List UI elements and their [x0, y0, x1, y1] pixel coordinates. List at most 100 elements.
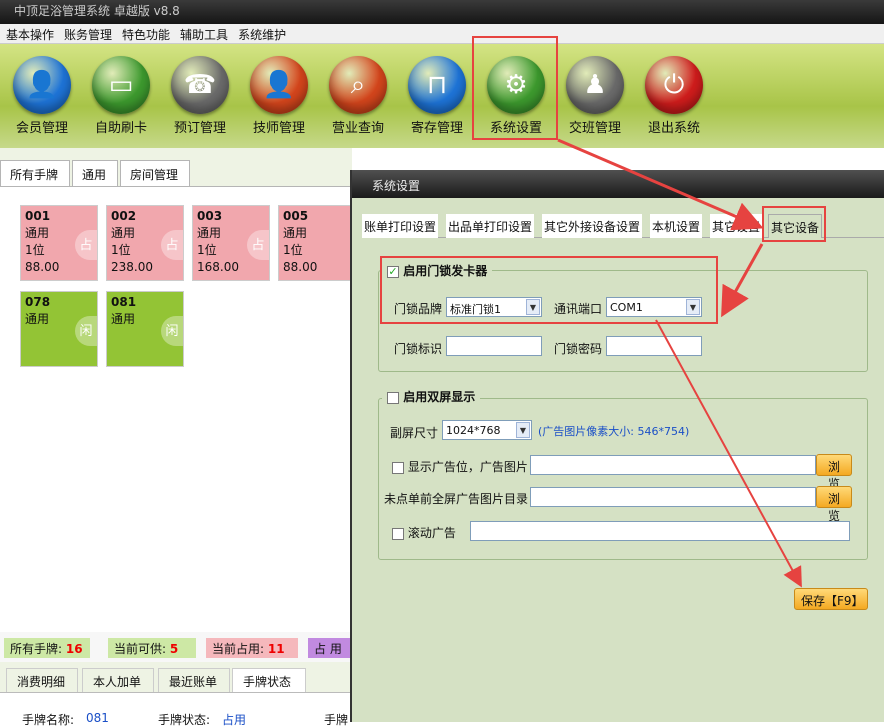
- lock-pwd-label: 门锁密码: [554, 342, 603, 356]
- menu-accounts[interactable]: 账务管理: [58, 24, 116, 43]
- tab-external-devices[interactable]: 其它外接设备设置: [542, 214, 643, 238]
- card-state-seal: 占: [75, 230, 97, 260]
- ad-slot-checkbox[interactable]: [392, 461, 404, 474]
- sub-screen-size-select[interactable]: 1024*768 ▼: [442, 420, 532, 440]
- ad-image-input[interactable]: [530, 455, 816, 475]
- app-title: 中顶足浴管理系统 卓越版 v8.8: [14, 4, 180, 18]
- toolbar-label: 寄存管理: [410, 121, 463, 136]
- card-state-seal: 闲: [161, 316, 183, 346]
- card-panel: 001 通用 1位 88.00 占 002 通用 1位 238.00 占 003 通用 1位 168.00…: [0, 186, 356, 632]
- menu-basic[interactable]: 基本操作: [0, 24, 58, 43]
- toolbar-member-button[interactable]: 👤 会员管理: [2, 56, 82, 136]
- toolbar-power-button[interactable]: ⏻ 退出系统: [634, 56, 714, 136]
- toolbar-bag-button[interactable]: ⊓ 寄存管理: [397, 56, 477, 136]
- card-icon: ▭: [92, 56, 150, 114]
- highlight-other-devices-tab: [762, 206, 826, 242]
- card-state-value: 占用: [222, 713, 247, 727]
- sub-screen-size-label: 副屏尺寸: [390, 426, 439, 440]
- browse-ad-button[interactable]: 浏览: [816, 454, 852, 491]
- bag-icon: ⊓: [408, 56, 466, 114]
- browse-dir-button[interactable]: 浏览: [816, 486, 852, 523]
- team-icon: ♟: [566, 56, 624, 114]
- scroll-ad-checkbox[interactable]: [392, 527, 404, 540]
- card-id: 002: [111, 209, 137, 223]
- tab-local-settings[interactable]: 本机设置: [650, 214, 703, 238]
- tab-add-order[interactable]: 本人加单: [82, 668, 154, 692]
- highlight-system-settings: [472, 36, 558, 140]
- toolbar-technician-button[interactable]: 👤 技师管理: [239, 56, 319, 136]
- card-002[interactable]: 002 通用 1位 238.00 占: [106, 205, 184, 281]
- chevron-down-icon: ▼: [516, 422, 530, 438]
- card-type: 通用: [283, 226, 308, 240]
- dual-screen-label: 启用双屏显示: [403, 390, 476, 404]
- member-icon: 👤: [13, 56, 71, 114]
- occupied-legend: 占 用: [308, 638, 352, 658]
- card-people: 1位: [283, 243, 303, 257]
- toolbar-phone-button[interactable]: ☎ 预订管理: [160, 56, 240, 136]
- card-amount: 88.00: [25, 260, 60, 274]
- card-state-label: 手牌状态:: [158, 713, 211, 727]
- settings-dialog: 系统设置 账单打印设置 出品单打印设置 其它外接设备设置 本机设置 其它设置 其…: [350, 170, 884, 722]
- fullscreen-dir-input[interactable]: [530, 487, 816, 507]
- tab-general[interactable]: 通用: [72, 160, 118, 186]
- power-icon: ⏻: [645, 56, 703, 114]
- card-081[interactable]: 081 通用闲: [106, 291, 184, 367]
- chevron-down-icon: ▼: [686, 299, 700, 315]
- toolbar-label: 会员管理: [15, 121, 68, 136]
- card-id: 003: [197, 209, 223, 223]
- toolbar-label: 退出系统: [647, 121, 700, 136]
- main-toolbar: 👤 会员管理 ▭ 自助刷卡 ☎ 预订管理 👤 技师管理 ⌕ 营业查询 ⊓ 寄存管理 ⚙ 系统设置 ♟ 交班管理…: [0, 44, 884, 148]
- search-icon: ⌕: [329, 56, 387, 114]
- card-078[interactable]: 078 通用闲: [20, 291, 98, 367]
- toolbar-search-button[interactable]: ⌕ 营业查询: [318, 56, 398, 136]
- card-003[interactable]: 003 通用 1位 168.00 占: [192, 205, 270, 281]
- ad-slot-label: 显示广告位，广告图片: [392, 458, 528, 475]
- card-id: 078: [25, 295, 51, 309]
- toolbar-label: 预订管理: [173, 121, 226, 136]
- toolbar-team-button[interactable]: ♟ 交班管理: [555, 56, 635, 136]
- menu-maintenance[interactable]: 系统维护: [232, 24, 290, 43]
- toolbar-label: 自助刷卡: [94, 121, 147, 136]
- lock-brand-label: 门锁品牌: [394, 302, 443, 316]
- save-button[interactable]: 保存【F9】: [794, 588, 868, 610]
- card-005[interactable]: 005 通用 1位 88.00: [278, 205, 356, 281]
- scroll-ad-input[interactable]: [470, 521, 850, 541]
- card-state-seal: 占: [247, 230, 269, 260]
- card-id: 081: [111, 295, 137, 309]
- port-label: 通讯端口: [554, 302, 603, 316]
- tab-consumption[interactable]: 消费明细: [6, 668, 78, 692]
- chevron-down-icon: ▼: [526, 299, 540, 315]
- menu-tools[interactable]: 辅助工具: [174, 24, 232, 43]
- toolbar-card-button[interactable]: ▭ 自助刷卡: [81, 56, 161, 136]
- all-cards-count: 所有手牌: 16: [4, 638, 90, 658]
- menu-bar: 基本操作 账务管理 特色功能 辅助工具 系统维护: [0, 24, 884, 44]
- lock-brand-select[interactable]: 标准门锁1 ▼: [446, 297, 542, 317]
- tab-other-settings[interactable]: 其它设置: [710, 214, 763, 238]
- lock-id-input[interactable]: [446, 336, 542, 356]
- menu-features[interactable]: 特色功能: [116, 24, 174, 43]
- occupied-count: 当前占用: 11: [206, 638, 298, 658]
- toolbar-label: 技师管理: [252, 121, 305, 136]
- tab-all-cards[interactable]: 所有手牌: [0, 160, 70, 186]
- port-select[interactable]: COM1 ▼: [606, 297, 702, 317]
- card-id: 005: [283, 209, 309, 223]
- fullscreen-dir-label: 未点单前全屏广告图片目录: [384, 492, 529, 506]
- dual-screen-header: 启用双屏显示: [382, 388, 481, 405]
- lock-pwd-input[interactable]: [606, 336, 702, 356]
- toolbar-label: 交班管理: [568, 121, 621, 136]
- card-001[interactable]: 001 通用 1位 88.00 占: [20, 205, 98, 281]
- card-name-value: 081: [86, 711, 109, 725]
- phone-icon: ☎: [171, 56, 229, 114]
- tab-card-status[interactable]: 手牌状态: [232, 668, 306, 692]
- dual-screen-checkbox[interactable]: [387, 391, 399, 404]
- tab-kitchen-print[interactable]: 出品单打印设置: [446, 214, 535, 238]
- tab-room-manage[interactable]: 房间管理: [120, 160, 190, 186]
- scroll-ad-label: 滚动广告: [392, 524, 456, 541]
- card-state-seal: 闲: [75, 316, 97, 346]
- tab-recent-bills[interactable]: 最近账单: [158, 668, 230, 692]
- ad-size-hint: (广告图片像素大小: 546*754): [538, 425, 690, 438]
- lock-id-label: 门锁标识: [394, 342, 443, 356]
- detail-panel: 手牌名称: 081 手牌状态: 占用 手牌: [0, 692, 352, 727]
- tab-bill-print[interactable]: 账单打印设置: [362, 214, 439, 238]
- card-amount: 238.00: [111, 260, 153, 274]
